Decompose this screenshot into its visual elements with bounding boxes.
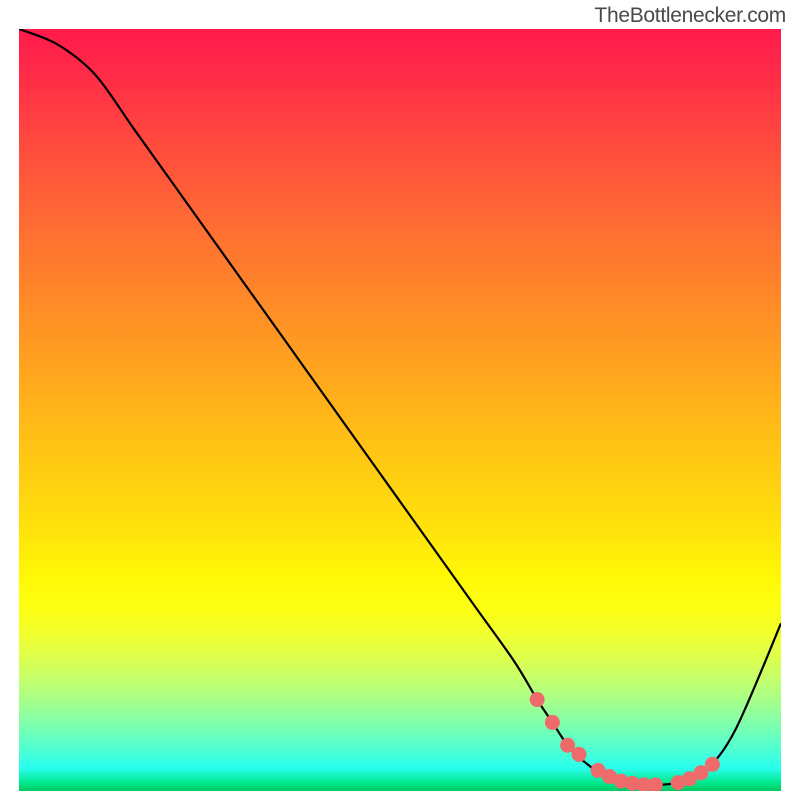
curve-markers — [530, 692, 720, 791]
bottleneck-curve — [19, 29, 781, 785]
chart-area — [19, 29, 781, 791]
curve-marker — [545, 715, 560, 730]
curve-marker — [530, 692, 545, 707]
curve-marker — [572, 747, 587, 762]
curve-marker — [705, 757, 720, 772]
curve-marker — [648, 777, 663, 791]
curve-svg — [19, 29, 781, 791]
watermark-text: TheBottlenecker.com — [594, 4, 786, 28]
